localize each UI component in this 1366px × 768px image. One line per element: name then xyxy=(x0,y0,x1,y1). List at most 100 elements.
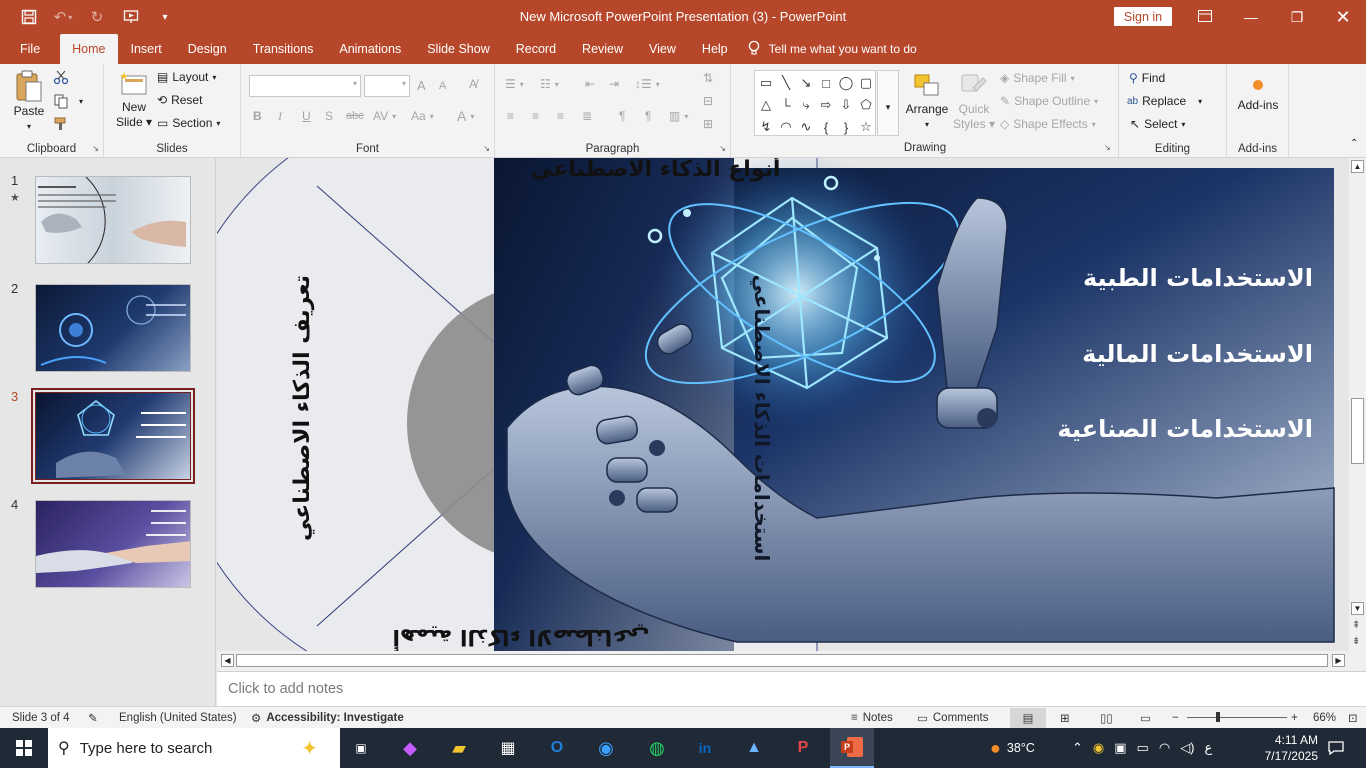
previous-slide-icon[interactable]: ⇞ xyxy=(1352,620,1360,631)
quick-styles-button[interactable]: Quick Styles ▾ xyxy=(952,72,996,132)
tab-help[interactable]: Help xyxy=(689,34,741,64)
zoom-out-icon[interactable]: − xyxy=(1172,712,1179,724)
scroll-down-icon[interactable]: ▼ xyxy=(1351,602,1364,615)
tab-record[interactable]: Record xyxy=(503,34,569,64)
arc-title-bottom[interactable]: أهمية الذكاء الاصطناعي xyxy=(392,624,649,651)
drawing-launcher-icon[interactable]: ↘ xyxy=(1104,143,1111,152)
slide-item-industrial[interactable]: الاستخدامات الصناعية xyxy=(1057,415,1313,443)
shadow-icon[interactable]: S xyxy=(325,109,333,123)
volume-icon[interactable]: ◁) xyxy=(1180,740,1194,756)
tab-transitions[interactable]: Transitions xyxy=(240,34,327,64)
spelling-icon[interactable]: ✎ xyxy=(88,711,98,725)
clipboard-launcher-icon[interactable]: ↘ xyxy=(92,144,99,153)
copy-icon[interactable]: ▾ xyxy=(53,93,83,109)
shape-effects-button[interactable]: ◇ Shape Effects ▾ xyxy=(1000,117,1096,131)
text-direction-icon[interactable]: ⇅ xyxy=(703,71,713,85)
tab-insert[interactable]: Insert xyxy=(118,34,175,64)
language-indicator[interactable]: English (United States) xyxy=(119,712,237,724)
microsoft-store-icon[interactable]: ▦ xyxy=(491,728,525,768)
clear-formatting-icon[interactable]: A̸ xyxy=(469,77,477,91)
section-button[interactable]: ▭ Section ▾ xyxy=(157,116,220,130)
arc-title-middle[interactable]: استخدامات الذكاء الاصطناعي xyxy=(749,275,774,562)
taskbar-search[interactable]: ⚲ Type here to search ✦ xyxy=(48,728,340,768)
columns-icon[interactable]: ▥ ▾ xyxy=(669,109,688,123)
align-right-icon[interactable]: ≡ xyxy=(557,109,564,123)
tab-slide-show[interactable]: Slide Show xyxy=(414,34,503,64)
cut-icon[interactable] xyxy=(53,69,69,85)
clock[interactable]: 4:11 AM 7/17/2025 xyxy=(1265,732,1318,764)
slide-sorter-icon[interactable]: ⊞ xyxy=(1060,711,1070,725)
smartart-icon[interactable]: ⊞ xyxy=(703,117,713,131)
close-button[interactable]: ✕ xyxy=(1320,0,1366,34)
font-color-button[interactable]: A ▾ xyxy=(457,108,474,124)
layout-button[interactable]: ▤ Layout ▾ xyxy=(157,70,216,84)
scroll-left-icon[interactable]: ◀ xyxy=(221,654,234,667)
shape-fill-button[interactable]: ◈ Shape Fill ▾ xyxy=(1000,71,1075,85)
line-spacing-icon[interactable]: ↕☰ ▾ xyxy=(635,77,660,91)
windows-start-icon[interactable] xyxy=(6,728,42,768)
arc-title-left[interactable]: تعريف الذكاء الاصطناعي xyxy=(290,275,315,541)
maximize-button[interactable]: ❐ xyxy=(1274,0,1320,34)
ribbon-display-options-icon[interactable] xyxy=(1192,5,1218,27)
rtl-icon[interactable]: ¶ xyxy=(619,109,625,123)
battery-icon[interactable]: ▭ xyxy=(1137,740,1149,756)
slide-thumbnail-2[interactable] xyxy=(35,284,191,372)
photos-icon[interactable]: ▲ xyxy=(737,728,771,768)
font-size-combo[interactable]: ▾ xyxy=(364,75,410,97)
horizontal-scrollbar[interactable]: ◀ ▶ xyxy=(217,651,1349,671)
tray-app-icon[interactable]: ▣ xyxy=(1114,740,1126,756)
change-case-button[interactable]: Aa ▾ xyxy=(411,109,434,123)
linkedin-icon[interactable]: in xyxy=(688,728,722,768)
normal-view-icon[interactable]: ▤ xyxy=(1010,707,1046,728)
add-ins-button[interactable]: Add-ins xyxy=(1233,76,1283,113)
font-launcher-icon[interactable]: ↘ xyxy=(483,144,490,153)
accessibility-button[interactable]: ⚙ Accessibility: Investigate xyxy=(251,711,404,725)
slide-thumbnail-4[interactable] xyxy=(35,500,191,588)
tab-home[interactable]: Home xyxy=(60,34,118,64)
undo-icon[interactable]: ↶ ▾ xyxy=(48,4,78,30)
minimize-button[interactable]: — xyxy=(1228,0,1274,34)
zoom-level[interactable]: 66% xyxy=(1313,712,1336,724)
customize-qat-icon[interactable]: ▾ xyxy=(150,4,180,30)
weather-widget[interactable]: ● 38°C xyxy=(990,728,1035,768)
tab-review[interactable]: Review xyxy=(569,34,636,64)
redo-icon[interactable]: ↻ xyxy=(82,4,112,30)
tab-file[interactable]: File xyxy=(0,34,60,64)
reading-view-icon[interactable]: ▯▯ xyxy=(1100,711,1113,725)
decrease-font-size-button[interactable]: A xyxy=(439,80,446,92)
bullets-icon[interactable]: ☰ ▾ xyxy=(505,77,524,91)
tab-view[interactable]: View xyxy=(636,34,689,64)
shapes-more-icon[interactable]: ▾ xyxy=(877,70,899,136)
input-language[interactable]: ع xyxy=(1205,740,1213,756)
outlook-icon[interactable]: O xyxy=(540,728,574,768)
paste-button[interactable]: Paste ▾ xyxy=(10,70,48,134)
reset-button[interactable]: ⟲ Reset xyxy=(157,93,202,107)
bold-button[interactable]: B xyxy=(253,109,262,123)
italic-button[interactable]: I xyxy=(278,109,282,124)
zoom-in-icon[interactable]: + xyxy=(1291,712,1298,724)
sign-in-button[interactable]: Sign in xyxy=(1114,7,1172,26)
replace-button[interactable]: ab Replace ▾ xyxy=(1127,94,1202,108)
underline-button[interactable]: U xyxy=(302,109,311,123)
arc-title-top[interactable]: أنواع الذكاء الاصطناعي xyxy=(531,158,780,182)
whatsapp-icon[interactable]: ◍ xyxy=(640,728,674,768)
wifi-icon[interactable]: ◠ xyxy=(1159,740,1170,756)
scroll-right-icon[interactable]: ▶ xyxy=(1332,654,1345,667)
increase-indent-icon[interactable]: ⇥ xyxy=(609,77,619,91)
slide-item-financial[interactable]: الاستخدامات المالية xyxy=(1082,340,1313,368)
paragraph-launcher-icon[interactable]: ↘ xyxy=(719,144,726,153)
arrange-button[interactable]: Arrange ▾ xyxy=(904,72,950,132)
strikethrough-button[interactable]: abc xyxy=(346,110,364,122)
copilot-icon[interactable]: ◆ xyxy=(393,728,427,768)
find-button[interactable]: ⚲ Find xyxy=(1129,71,1165,85)
powerpoint-taskbar-icon[interactable]: P xyxy=(830,728,874,768)
notes-button[interactable]: ≡ Notes xyxy=(851,712,893,724)
comments-button[interactable]: ▭ Comments xyxy=(917,711,988,725)
next-slide-icon[interactable]: ⇟ xyxy=(1352,636,1360,647)
align-center-icon[interactable]: ≡ xyxy=(532,109,539,123)
notes-pane[interactable]: Click to add notes xyxy=(217,671,1366,706)
zoom-slider-thumb[interactable] xyxy=(1216,712,1220,722)
tab-animations[interactable]: Animations xyxy=(326,34,414,64)
slide-item-medical[interactable]: الاستخدامات الطبية xyxy=(1083,264,1313,292)
slide-thumbnail-1[interactable] xyxy=(35,176,191,264)
